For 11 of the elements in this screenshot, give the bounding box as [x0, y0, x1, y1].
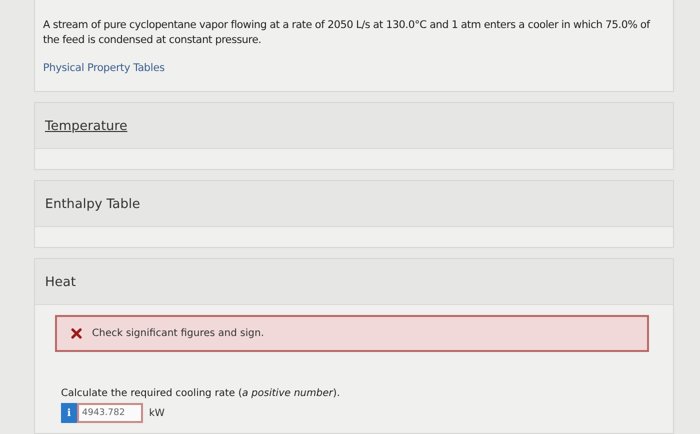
- section-title[interactable]: Heat: [45, 275, 76, 290]
- question-text: Calculate the required cooling rate (a positive number).: [61, 388, 341, 399]
- cross-icon: [71, 328, 82, 339]
- section-title[interactable]: Temperature: [45, 119, 128, 134]
- section-title[interactable]: Enthalpy Table: [45, 197, 140, 212]
- info-badge[interactable]: i: [61, 403, 77, 423]
- problem-text: A stream of pure cyclopentane vapor flowing at a rate of 2050 L/s at 130.0°C and 1 atm enters a cooler in which 75.0% of the feed is condensed at constant pressure.: [43, 18, 652, 48]
- unit-label: kW: [149, 408, 165, 418]
- tables-link[interactable]: Physical Property Tables: [43, 62, 165, 74]
- answer-field[interactable]: 4943.782: [77, 403, 143, 423]
- feedback-text: Check significant figures and sign.: [92, 328, 264, 339]
